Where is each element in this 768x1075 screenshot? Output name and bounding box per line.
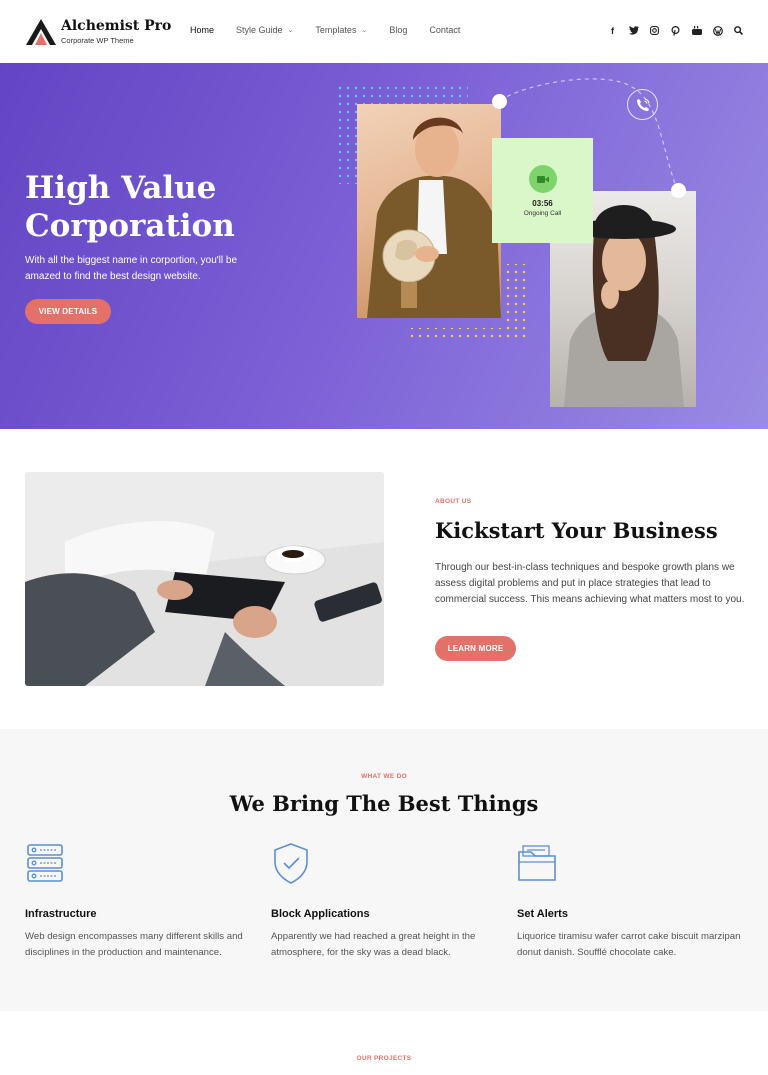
hero-title-line: High Value	[25, 170, 217, 206]
service-title: Set Alerts	[517, 908, 568, 920]
nav-item-style-guide[interactable]: Style Guide ⌄	[236, 25, 293, 35]
projects-eyebrow: OUR PROJECTS	[356, 1055, 412, 1062]
man-illustration	[367, 117, 501, 318]
view-details-button[interactable]: VIEW DETAILS	[25, 299, 111, 324]
hero-section: High Value Corporation With all the bigg…	[0, 63, 768, 429]
services-title: We Bring The Best Things	[229, 791, 539, 816]
service-card-block-applications: Block Applications Apparently we had rea…	[271, 842, 501, 961]
social-links: f	[607, 24, 744, 37]
logo-mark-icon	[26, 18, 56, 45]
about-text: Through our best-in-class techniques and…	[435, 562, 745, 605]
site-title: Alchemist Pro	[61, 18, 172, 34]
search-icon[interactable]	[733, 24, 744, 37]
chevron-down-icon: ⌄	[361, 27, 368, 34]
chevron-down-icon: ⌄	[287, 27, 294, 34]
hero-photo-man-globe	[357, 104, 501, 318]
service-card-infrastructure: Infrastructure Web design encompasses ma…	[25, 842, 255, 961]
site-tagline: Corporate WP Theme	[61, 36, 134, 45]
hero-title-line: Corporation	[25, 208, 235, 244]
services-eyebrow: WHAT WE DO	[361, 773, 407, 780]
video-call-icon	[528, 165, 557, 193]
site-logo[interactable]: Alchemist Pro Corporate WP Theme	[26, 18, 171, 45]
facebook-icon[interactable]: f	[607, 24, 618, 37]
service-description: Apparently we had reached a great height…	[271, 931, 476, 958]
nav-item-blog[interactable]: Blog	[389, 25, 407, 35]
connector-dot	[492, 94, 507, 109]
tablet-workspace-illustration	[25, 472, 384, 686]
nav-label: Blog	[389, 25, 408, 35]
main-nav: Home Style Guide ⌄ Templates ⌄ Blog Contac…	[190, 25, 482, 35]
shield-check-icon	[274, 843, 308, 884]
service-description: Web design encompasses many different sk…	[25, 931, 243, 958]
phone-ringing-icon	[627, 89, 658, 120]
nav-item-templates[interactable]: Templates ⌄	[315, 25, 367, 35]
about-image-tablet	[25, 472, 384, 686]
nav-item-contact[interactable]: Contact	[429, 25, 460, 35]
nav-label: Templates	[315, 25, 357, 35]
service-title: Block Applications	[271, 908, 370, 920]
hero-subtitle: With all the biggest name in corportion,…	[25, 255, 238, 282]
twitter-icon[interactable]	[628, 24, 639, 37]
site-header: Alchemist Pro Corporate WP Theme Home St…	[0, 0, 768, 63]
connector-dot	[671, 183, 686, 198]
nav-item-home[interactable]: Home	[190, 25, 214, 35]
wordpress-icon[interactable]	[712, 24, 723, 37]
nav-label: Home	[190, 25, 215, 35]
nav-label: Style Guide	[236, 25, 283, 35]
service-description: Liquorice tiramisu wafer carrot cake bis…	[517, 931, 741, 958]
call-timer: 03:56	[532, 199, 553, 208]
services-section: WHAT WE DO We Bring The Best Things Infr…	[0, 729, 768, 1011]
about-eyebrow: ABOUT US	[435, 498, 472, 505]
folder-icon	[518, 845, 556, 881]
ongoing-call-card: 03:56 Ongoing Call	[492, 138, 593, 243]
call-status-label: Ongoing Call	[523, 210, 562, 217]
hero-title: High Value Corporation	[25, 169, 235, 245]
youtube-icon[interactable]	[691, 24, 702, 37]
pinterest-icon[interactable]	[670, 24, 681, 37]
nav-label: Contact	[429, 25, 461, 35]
service-title: Infrastructure	[25, 908, 97, 920]
learn-more-button[interactable]: LEARN MORE	[435, 636, 516, 661]
server-icon	[27, 844, 63, 882]
service-card-set-alerts: Set Alerts Liquorice tiramisu wafer carr…	[517, 842, 747, 961]
about-title: Kickstart Your Business	[435, 518, 718, 543]
instagram-icon[interactable]	[649, 24, 660, 37]
